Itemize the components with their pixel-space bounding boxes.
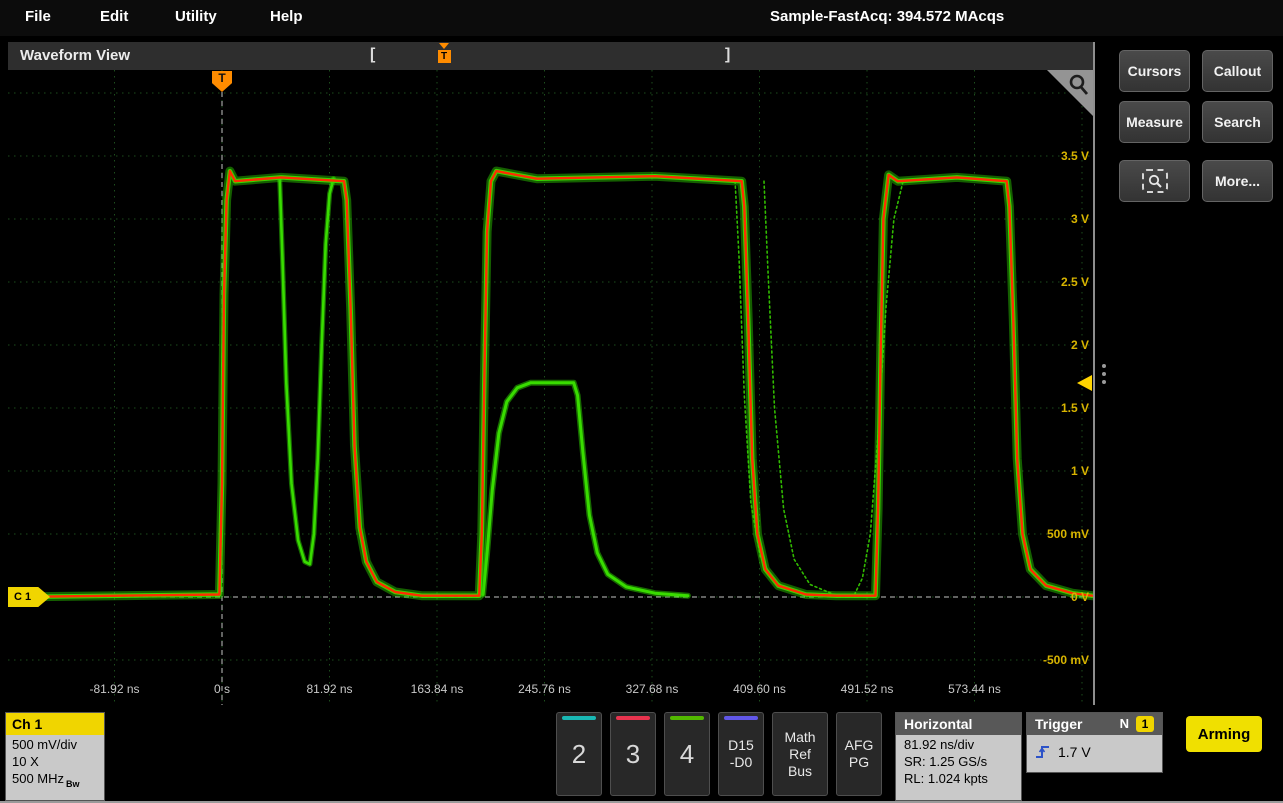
x-tick-label: 327.68 ns xyxy=(626,682,679,696)
measure-button[interactable]: Measure xyxy=(1119,101,1190,143)
bus-label: Bus xyxy=(788,763,812,780)
digital-label-line2: -D0 xyxy=(730,754,753,771)
waveform-view-panel: Waveform View [ T ] -81.92 ns 0 s 81.92 ns… xyxy=(8,42,1095,705)
y-tick-label: 1 V xyxy=(1071,464,1089,478)
waveform-view-title: Waveform View xyxy=(20,47,130,64)
afg-label: AFG xyxy=(845,737,874,754)
trigger-title: Trigger xyxy=(1035,716,1082,732)
x-tick-label: 573.44 ns xyxy=(948,682,1001,696)
menu-edit[interactable]: Edit xyxy=(100,8,128,25)
y-tick-label: 500 mV xyxy=(1047,527,1089,541)
sample-rate: SR: 1.25 GS/s xyxy=(896,752,1021,769)
y-tick-label: 1.5 V xyxy=(1061,401,1089,415)
x-tick-label: 245.76 ns xyxy=(518,682,571,696)
header-trigger-marker[interactable]: T xyxy=(436,42,452,63)
cursors-button[interactable]: Cursors xyxy=(1119,50,1190,92)
x-tick-label: 163.84 ns xyxy=(411,682,464,696)
zoom-bracket-left[interactable]: [ xyxy=(370,46,375,64)
channel2-label: 2 xyxy=(572,739,586,770)
bandwidth-value: 500 MHz xyxy=(12,771,64,786)
horizontal-scale: 81.92 ns/div xyxy=(896,735,1021,752)
waveform-plot[interactable]: -81.92 ns 0 s 81.92 ns 163.84 ns 245.76 ns 32… xyxy=(8,70,1093,705)
record-length: RL: 1.024 kpts xyxy=(896,769,1021,786)
zoom-tool-icon xyxy=(1142,169,1168,193)
menu-bar: File Edit Utility Help Sample-FastAcq: 3… xyxy=(0,0,1283,36)
channel3-color-strip xyxy=(616,716,650,720)
channel4-color-strip xyxy=(670,716,704,720)
channel1-settings-panel[interactable]: Ch 1 500 mV/div 10 X 500 MHzBw xyxy=(5,712,105,801)
y-tick-label: 2.5 V xyxy=(1061,275,1089,289)
x-tick-label: 0 s xyxy=(214,682,230,696)
ch1-variant-half-level-pulse xyxy=(483,383,688,596)
channel1-bandwidth: 500 MHzBw xyxy=(6,769,104,789)
callout-button[interactable]: Callout xyxy=(1202,50,1273,92)
trigger-panel-header: Trigger N 1 xyxy=(1027,713,1162,735)
menu-utility[interactable]: Utility xyxy=(175,8,217,25)
channel3-button[interactable]: 3 xyxy=(610,712,656,796)
arming-status-button[interactable]: Arming xyxy=(1186,716,1262,752)
ref-label: Ref xyxy=(789,746,811,763)
panel-splitter-handle[interactable] xyxy=(1100,360,1108,396)
channel4-label: 4 xyxy=(680,739,694,770)
channel1-attenuation: 10 X xyxy=(6,752,104,769)
y-tick-label: 3 V xyxy=(1071,212,1089,226)
horizontal-settings-panel[interactable]: Horizontal 81.92 ns/div SR: 1.25 GS/s RL… xyxy=(895,712,1022,801)
trigger-level-row: 1.7 V xyxy=(1027,735,1162,760)
afg-pg-button[interactable]: AFG PG xyxy=(836,712,882,796)
menu-help[interactable]: Help xyxy=(270,8,303,25)
x-tick-label: -81.92 ns xyxy=(89,682,139,696)
trigger-level-value: 1.7 V xyxy=(1058,744,1091,760)
channel2-button[interactable]: 2 xyxy=(556,712,602,796)
x-tick-label: 409.60 ns xyxy=(733,682,786,696)
zoom-tool-button[interactable] xyxy=(1119,160,1190,202)
channel3-label: 3 xyxy=(626,739,640,770)
waveform-canvas: -81.92 ns 0 s 81.92 ns 163.84 ns 245.76 ns 32… xyxy=(8,70,1093,705)
trigger-letter-icon: T xyxy=(438,50,451,63)
acquisition-status: Sample-FastAcq: 394.572 MAcqs xyxy=(770,8,1004,25)
x-tick-label: 81.92 ns xyxy=(306,682,352,696)
trigger-level-arrow[interactable] xyxy=(1077,375,1092,391)
trigger-arrow-icon xyxy=(439,43,449,49)
ch1-ghost-fall-2 xyxy=(764,181,831,593)
digital-label-line1: D15 xyxy=(728,737,754,754)
rising-edge-slope-icon xyxy=(1035,744,1051,760)
trigger-source-badge: 1 xyxy=(1136,716,1154,732)
horizontal-title: Horizontal xyxy=(896,713,1021,735)
bandwidth-sub-label: Bw xyxy=(66,779,80,789)
search-button[interactable]: Search xyxy=(1202,101,1273,143)
math-label: Math xyxy=(784,729,815,746)
oscilloscope-screen: File Edit Utility Help Sample-FastAcq: 3… xyxy=(0,0,1283,803)
pg-label: PG xyxy=(849,754,869,771)
zoom-bracket-right[interactable]: ] xyxy=(725,46,730,64)
y-tick-label: 3.5 V xyxy=(1061,149,1089,163)
y-tick-label: 0 V xyxy=(1071,590,1089,604)
x-tick-label: 491.52 ns xyxy=(841,682,894,696)
channel1-scale: 500 mV/div xyxy=(6,735,104,752)
menu-file[interactable]: File xyxy=(25,8,51,25)
y-tick-label: 2 V xyxy=(1071,338,1089,352)
channel2-color-strip xyxy=(562,716,596,720)
channel1-badge: Ch 1 xyxy=(6,713,104,735)
digital-color-strip xyxy=(724,716,758,720)
math-ref-bus-button[interactable]: Math Ref Bus xyxy=(772,712,828,796)
waveform-view-header: Waveform View [ T ] xyxy=(8,42,1093,70)
y-tick-label: -500 mV xyxy=(1043,653,1089,667)
more-button[interactable]: More... xyxy=(1202,160,1273,202)
channel4-button[interactable]: 4 xyxy=(664,712,710,796)
trigger-mode-label: N xyxy=(1120,716,1129,731)
digital-channels-button[interactable]: D15 -D0 xyxy=(718,712,764,796)
trigger-settings-panel[interactable]: Trigger N 1 1.7 V xyxy=(1026,712,1163,773)
